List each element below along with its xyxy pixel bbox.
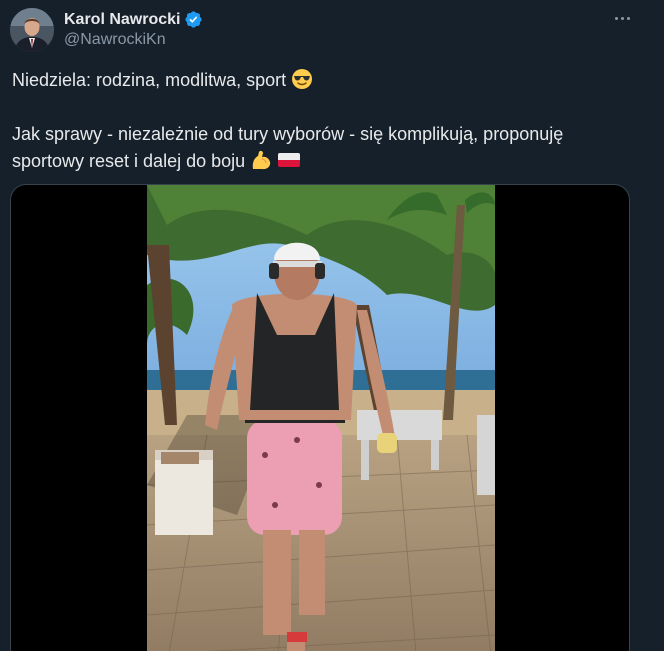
author-name-row[interactable]: Karol Nawrocki <box>64 10 203 29</box>
video-media[interactable] <box>10 184 630 651</box>
sunglasses-face-icon <box>292 69 313 89</box>
flexed-biceps-icon <box>252 150 271 170</box>
more-options-icon[interactable] <box>610 10 634 26</box>
tweet-text: Niedziela: rodzina, modlitwa, sport Jak … <box>12 67 632 175</box>
tweet-paragraph-1: Niedziela: rodzina, modlitwa, sport <box>12 67 632 94</box>
author-display-name[interactable]: Karol Nawrocki <box>64 11 180 29</box>
tweet: Karol Nawrocki @NawrockiKn Niedziela: ro… <box>0 0 664 651</box>
video-frame[interactable] <box>147 185 495 651</box>
tweet-line-1: Niedziela: rodzina, modlitwa, sport <box>12 70 287 90</box>
tweet-paragraph-2: Jak sprawy - niezależnie od tury wyborów… <box>12 121 632 175</box>
flag-poland-icon <box>278 153 301 167</box>
avatar[interactable] <box>10 8 54 52</box>
verified-badge-icon <box>185 11 203 28</box>
author-handle[interactable]: @NawrockiKn <box>64 31 166 49</box>
